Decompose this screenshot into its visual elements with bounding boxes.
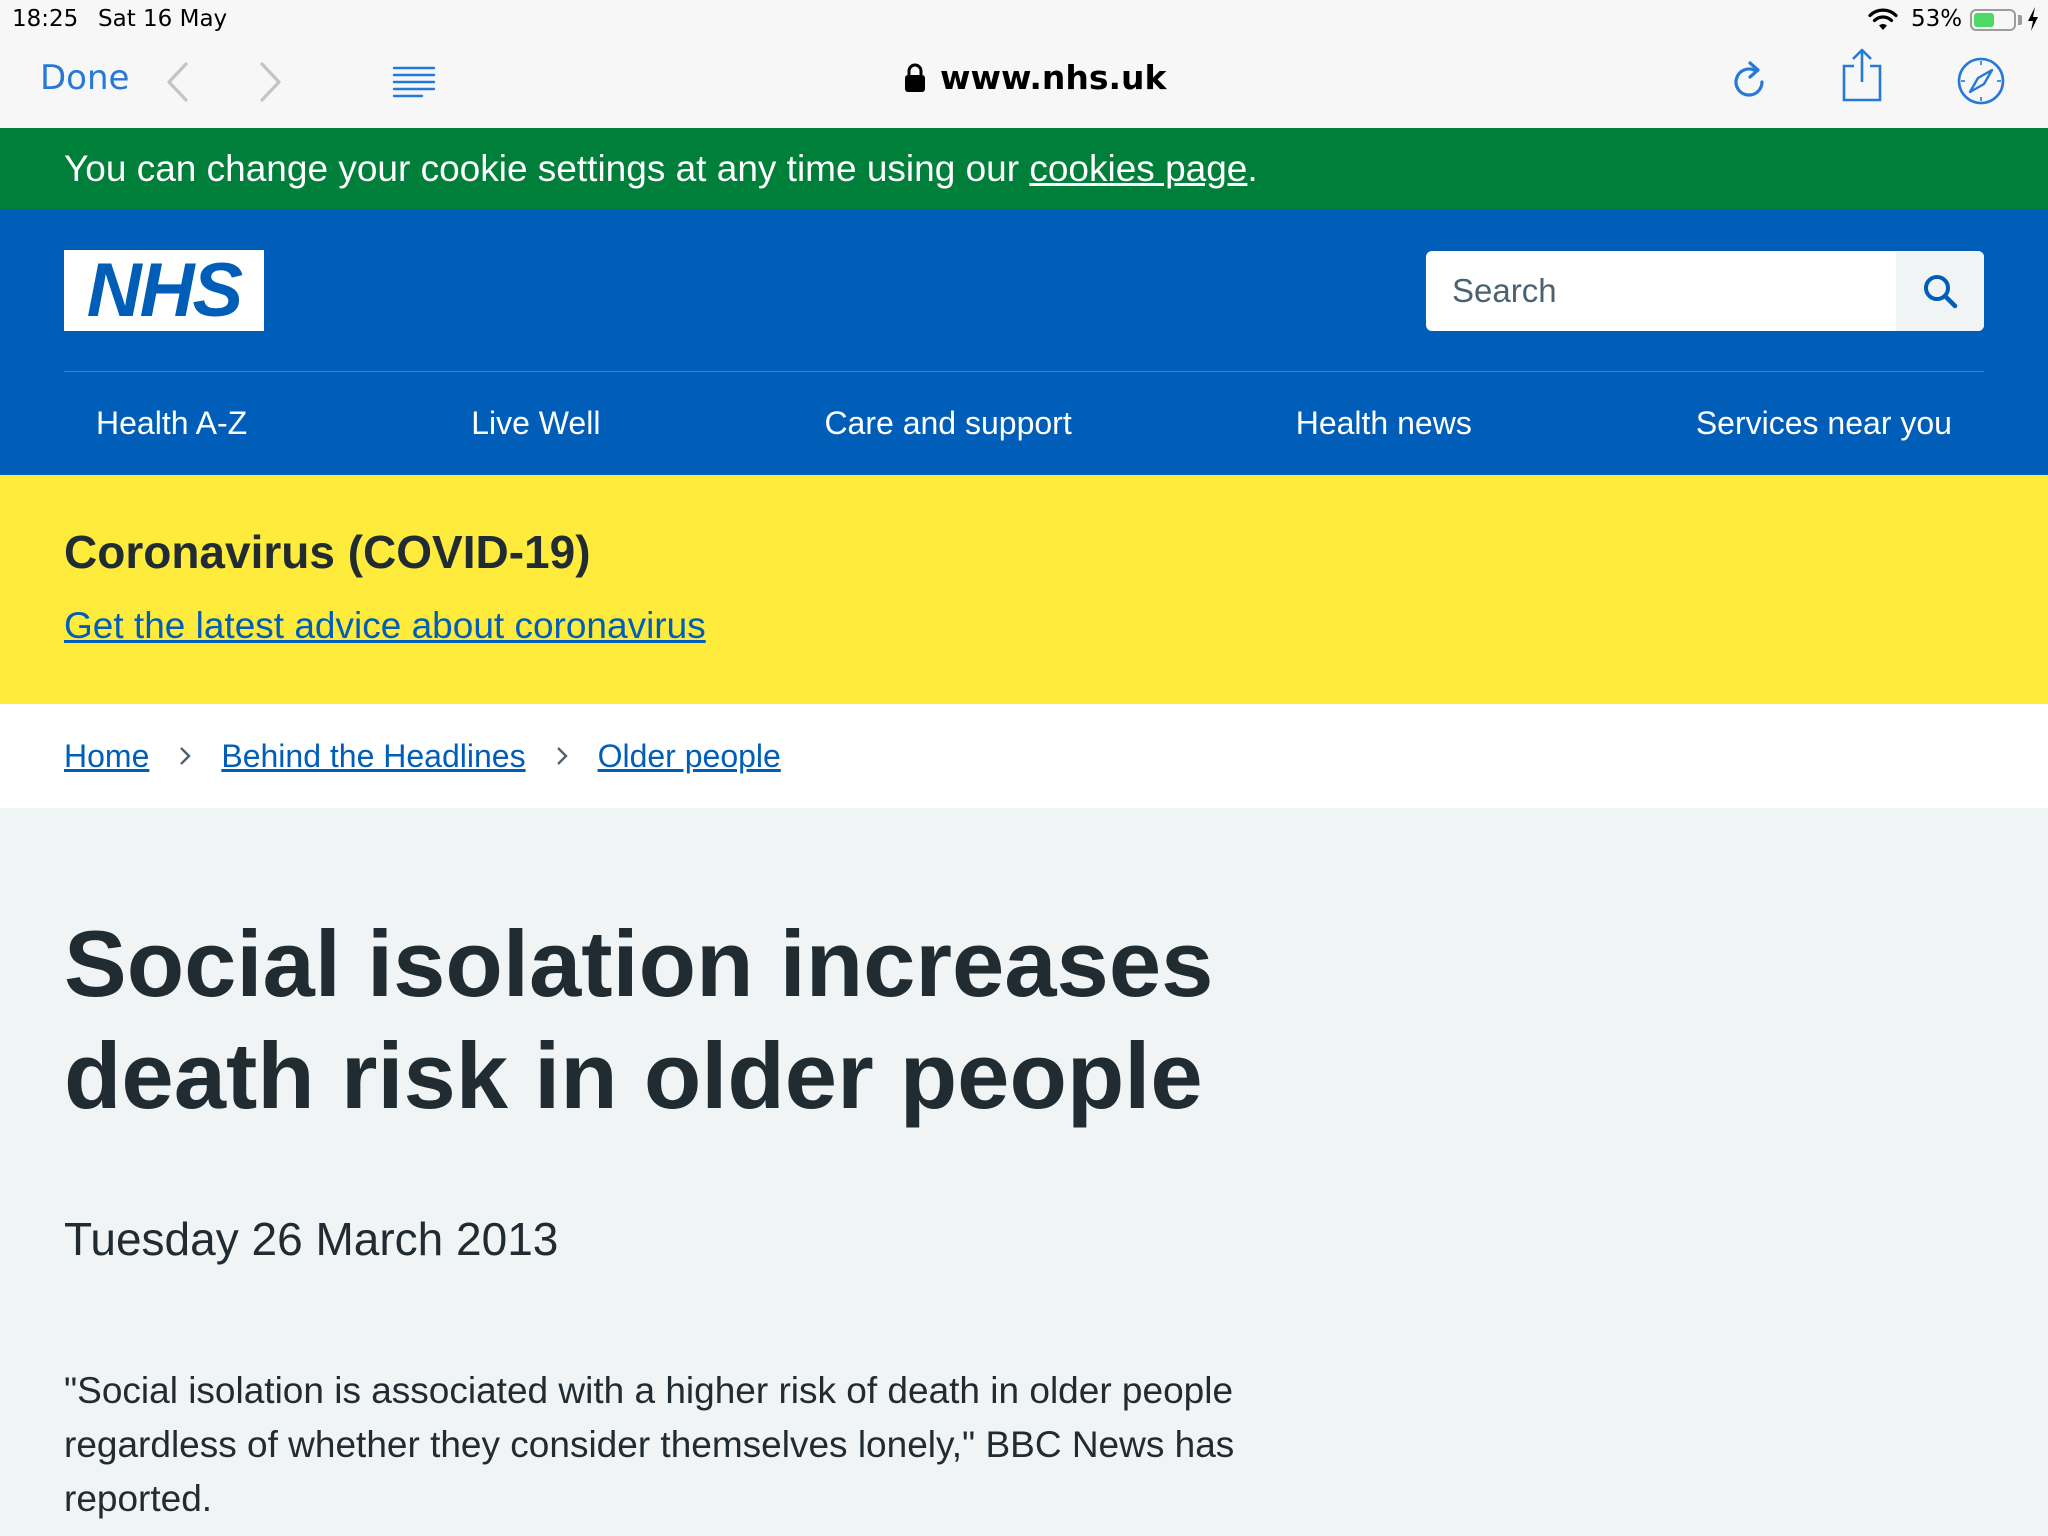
article-date: Tuesday 26 March 2013 <box>64 1213 559 1265</box>
charging-bolt-icon <box>2028 7 2038 31</box>
url-text: www.nhs.uk <box>940 58 1167 97</box>
breadcrumb-older-people[interactable]: Older people <box>598 738 781 775</box>
reload-icon[interactable] <box>1730 58 1770 102</box>
cookie-banner-text: You can change your cookie settings at a… <box>64 148 1030 189</box>
nhs-logo-mark: NHS <box>87 248 245 333</box>
breadcrumb-behind-the-headlines[interactable]: Behind the Headlines <box>221 738 525 775</box>
cookies-page-link[interactable]: cookies page <box>1029 148 1247 189</box>
battery-nub <box>2018 15 2022 25</box>
nhs-logo-text: NHS <box>87 250 243 331</box>
cookie-banner: You can change your cookie settings at a… <box>0 128 2048 210</box>
browser-toolbar: Done www.nhs.uk <box>0 40 2048 128</box>
nav-services-near-you[interactable]: Services near you <box>1696 405 1952 442</box>
battery-fill <box>1974 13 1995 27</box>
safari-compass-icon[interactable] <box>1956 56 2006 106</box>
article-lead: "Social isolation is associated with a h… <box>64 1370 1235 1519</box>
cookie-banner-suffix: . <box>1247 148 1258 189</box>
forward-icon[interactable] <box>258 60 284 104</box>
search-icon <box>1924 275 1958 309</box>
nav-health-a-z[interactable]: Health A-Z <box>96 405 247 442</box>
main-content: Social isolation increases death risk in… <box>0 808 2048 1536</box>
nav-care-and-support[interactable]: Care and support <box>824 405 1071 442</box>
status-time: 18:25 <box>12 6 79 32</box>
breadcrumb: Home Behind the Headlines Older people <box>0 704 2048 808</box>
reader-icon[interactable] <box>392 64 436 98</box>
nav-live-well[interactable]: Live Well <box>471 405 600 442</box>
breadcrumb-home[interactable]: Home <box>64 738 149 775</box>
status-bar: 18:25 Sat 16 May 53% <box>0 0 2048 40</box>
status-date: Sat 16 May <box>98 6 228 32</box>
nhs-logo[interactable]: NHS <box>64 248 264 333</box>
address-bar[interactable]: www.nhs.uk <box>904 58 1167 97</box>
share-icon[interactable] <box>1838 46 1886 104</box>
battery-icon <box>1970 9 2016 31</box>
search-button[interactable] <box>1896 251 1984 331</box>
done-button[interactable]: Done <box>40 58 129 98</box>
covid-advice-link[interactable]: Get the latest advice about coronavirus <box>64 605 706 647</box>
wifi-icon <box>1868 8 1898 30</box>
lock-icon <box>905 63 925 92</box>
primary-nav: Health A-Z Live Well Care and support He… <box>64 372 1984 475</box>
page-title: Social isolation increases death risk in… <box>64 911 1214 1128</box>
chevron-right-icon <box>526 746 598 766</box>
chevron-right-icon <box>149 746 221 766</box>
search-form <box>1426 251 1984 331</box>
covid-banner: Coronavirus (COVID-19) Get the latest ad… <box>0 475 2048 704</box>
search-input[interactable] <box>1426 251 1896 331</box>
covid-title: Coronavirus (COVID-19) <box>64 526 591 578</box>
nav-health-news[interactable]: Health news <box>1296 405 1472 442</box>
back-icon[interactable] <box>164 60 190 104</box>
battery-percent: 53% <box>1911 6 1963 32</box>
site-header: NHS Health A-Z Live Well Care and suppor… <box>0 210 2048 475</box>
